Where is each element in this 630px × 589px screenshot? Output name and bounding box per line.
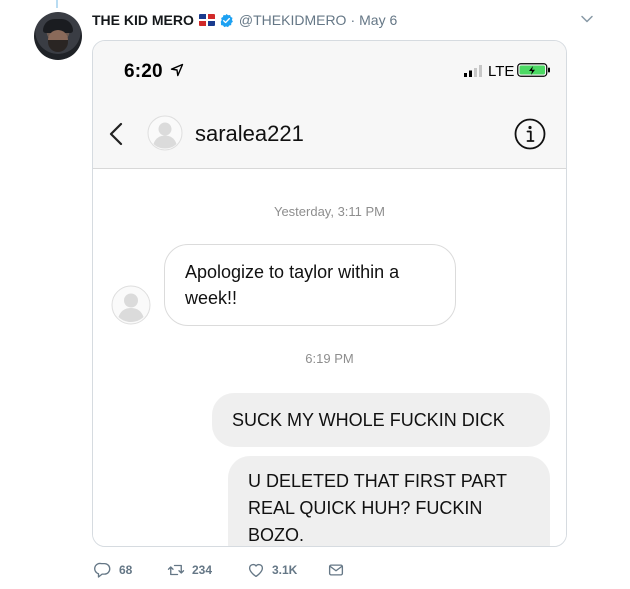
reply-count: 68 xyxy=(119,563,133,577)
direct-message-button[interactable] xyxy=(327,561,345,579)
tweet-header: THE KID MERO @THEKIDMERO · May 6 xyxy=(92,10,600,30)
message-icon xyxy=(328,564,344,576)
tweet-date[interactable]: May 6 xyxy=(359,12,397,28)
retweet-count: 234 xyxy=(192,563,213,577)
thread-line xyxy=(56,0,58,8)
message-timestamp: Yesterday, 3:11 PM xyxy=(273,204,386,219)
location-arrow-icon xyxy=(170,63,184,77)
attached-screenshot[interactable]: 6:20 LTE saralea221 Yesterday, 3:11 PM A… xyxy=(92,40,567,547)
author-name[interactable]: THE KID MERO xyxy=(92,12,194,28)
contact-name[interactable]: saralea221 xyxy=(195,121,304,147)
header-separator: · xyxy=(350,12,356,28)
like-count: 3.1K xyxy=(272,563,298,577)
verified-icon xyxy=(220,13,233,27)
network-label: LTE xyxy=(488,63,515,80)
incoming-message[interactable]: Apologize to taylor within a week!! xyxy=(164,244,456,326)
outgoing-message[interactable]: SUCK MY WHOLE FUCKIN DICK xyxy=(212,393,550,447)
like-icon xyxy=(248,563,264,578)
tweet-actions: 68 234 3.1K xyxy=(94,560,345,580)
conversation-header: saralea221 xyxy=(93,99,566,169)
phone-status-bar: 6:20 LTE xyxy=(93,41,566,99)
message-thread[interactable]: Yesterday, 3:11 PM Apologize to taylor w… xyxy=(93,169,566,546)
status-time: 6:20 xyxy=(124,61,163,82)
outgoing-message[interactable]: U DELETED THAT FIRST PART REAL QUICK HUH… xyxy=(228,456,550,546)
retweet-icon xyxy=(167,564,185,576)
battery-icon xyxy=(517,63,550,77)
info-icon[interactable] xyxy=(513,117,547,151)
author-handle[interactable]: @THEKIDMERO xyxy=(239,12,347,28)
like-button[interactable]: 3.1K xyxy=(247,561,327,579)
retweet-button[interactable]: 234 xyxy=(167,561,247,579)
author-avatar[interactable] xyxy=(34,12,82,60)
contact-avatar[interactable] xyxy=(147,115,183,151)
signal-icon xyxy=(464,65,482,77)
chevron-down-icon[interactable] xyxy=(580,12,594,26)
back-chevron-icon[interactable] xyxy=(107,121,125,147)
sender-avatar[interactable] xyxy=(111,285,151,325)
reply-icon xyxy=(94,562,111,578)
dominican-flag-icon xyxy=(198,14,215,26)
reply-button[interactable]: 68 xyxy=(94,561,167,579)
message-timestamp: 6:19 PM xyxy=(305,351,354,366)
